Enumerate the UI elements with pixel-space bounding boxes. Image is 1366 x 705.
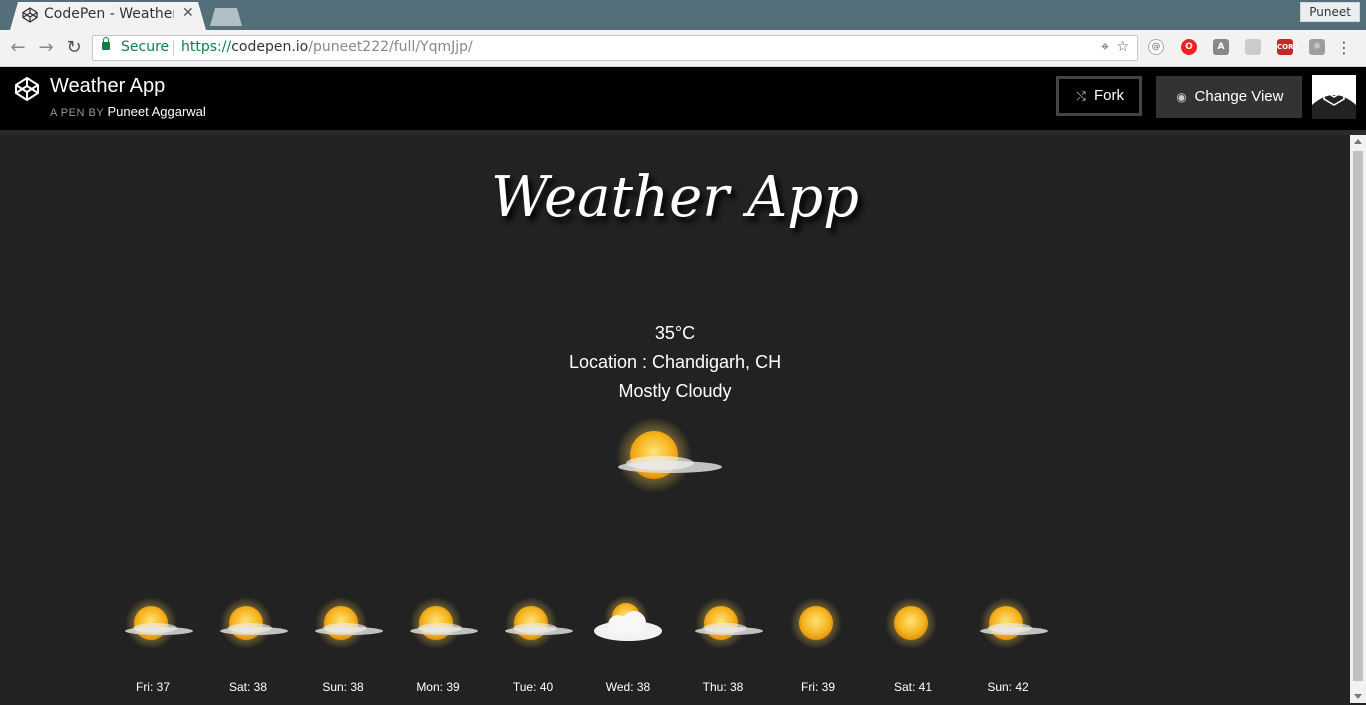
location-target-icon[interactable]: ⌖ [1101, 39, 1109, 55]
pen-title: Weather App [50, 75, 166, 97]
sun-cloud-icon [220, 597, 288, 649]
forecast-day-label: Tue: 40 [512, 680, 554, 694]
fork-icon: ⤭ [1076, 89, 1086, 103]
scroll-thumb[interactable] [1353, 151, 1363, 681]
lock-icon [102, 37, 110, 50]
forecast-day-label: Sun: 38 [322, 680, 364, 694]
opera-extension-icon[interactable]: O [1181, 39, 1197, 55]
sun-cloud-icon [980, 597, 1048, 649]
forward-arrow-icon[interactable]: → [36, 38, 56, 58]
forecast-day: Wed: 38 [583, 595, 673, 705]
extension-at-icon[interactable]: @ [1148, 39, 1164, 55]
current-temperature: 35°C [654, 323, 696, 343]
bookmark-star-icon[interactable]: ☆ [1116, 39, 1129, 55]
forecast-day: Sat: 41 [868, 595, 958, 705]
secure-label: Secure [121, 39, 170, 55]
react-extension-icon[interactable]: ⚛ [1309, 39, 1325, 55]
leaf-extension-icon[interactable] [1245, 39, 1261, 55]
url-scheme: https:// [181, 39, 232, 55]
angular-extension-icon[interactable]: A [1213, 39, 1229, 55]
forecast-day-label: Mon: 39 [416, 680, 460, 694]
forecast-day-label: Sun: 42 [987, 680, 1029, 694]
sun-cloud-icon [505, 597, 573, 649]
forecast-day: Sun: 38 [298, 595, 388, 705]
pen-byline: A PEN BY Puneet Aggarwal [50, 104, 206, 119]
forecast-day-label: Sat: 41 [893, 680, 933, 694]
app-title: Weather App [491, 165, 859, 230]
pen-author-link[interactable]: Puneet Aggarwal [108, 104, 206, 119]
browser-toolbar: ← → ↻ Secure https://codepen.io/puneet22… [0, 30, 1366, 67]
new-tab-button[interactable] [210, 8, 242, 26]
current-condition: Mostly Cloudy [618, 381, 732, 401]
forecast-day: Sun: 42 [963, 595, 1053, 705]
weather-app: Weather App 35°C Location : Chandigarh, … [0, 135, 1350, 703]
byline-prefix: A PEN BY [50, 107, 104, 119]
reload-icon[interactable]: ↻ [64, 38, 84, 58]
forecast-day-label: Fri: 39 [800, 680, 835, 694]
tab-strip: CodePen - Weather App ✕ Puneet [0, 0, 1366, 30]
forecast-day: Fri: 37 [108, 595, 198, 705]
user-avatar[interactable] [1312, 75, 1356, 119]
forecast-day-label: Sat: 38 [228, 680, 268, 694]
change-view-label: Change View [1194, 88, 1284, 105]
cors-extension-icon[interactable]: CORS [1277, 39, 1299, 55]
sun-cloud-icon [616, 417, 722, 493]
url-text: https://codepen.io/puneet222/full/YqmJjp… [181, 39, 473, 55]
forecast-day: Fri: 39 [773, 595, 863, 705]
sun-icon [790, 597, 842, 649]
sun-cloud-icon [695, 597, 763, 649]
forecast-day-label: Fri: 37 [135, 680, 170, 694]
eye-icon: ◉ [1176, 90, 1187, 104]
fork-button[interactable]: ⤭ Fork [1056, 76, 1142, 116]
change-view-button[interactable]: ◉ Change View [1156, 76, 1302, 118]
tab-title: CodePen - Weather App [44, 6, 174, 22]
tab-close-icon[interactable]: ✕ [182, 5, 194, 21]
sun-icon [885, 597, 937, 649]
sun-cloud-icon [315, 597, 383, 649]
fork-label: Fork [1094, 87, 1124, 104]
forecast-day: Thu: 38 [678, 595, 768, 705]
forecast-day-label: Wed: 38 [605, 680, 651, 694]
forecast-day-label: Thu: 38 [702, 680, 744, 694]
current-location: Location : Chandigarh, CH [568, 352, 782, 372]
cloud-sun-icon [594, 595, 662, 641]
codepen-logo-icon[interactable] [14, 76, 40, 102]
page-scrollbar[interactable] [1350, 135, 1366, 703]
address-bar[interactable]: Secure https://codepen.io/puneet222/full… [92, 35, 1138, 61]
sun-cloud-icon [410, 597, 478, 649]
sun-cloud-icon [125, 597, 193, 649]
codepen-header: Weather App A PEN BY Puneet Aggarwal ⤭ Fo… [0, 67, 1366, 135]
profile-button[interactable]: Puneet [1300, 2, 1360, 22]
forecast-day: Mon: 39 [393, 595, 483, 705]
codepen-favicon-icon [22, 7, 38, 23]
forecast-row: Fri: 37 Sat: 38 Sun: 38 Mon: 39 Tue: 40 Wed: … [0, 595, 1350, 705]
back-arrow-icon[interactable]: ← [8, 38, 28, 58]
url-path: /puneet222/full/YqmJjp/ [308, 39, 473, 55]
forecast-day: Sat: 38 [203, 595, 293, 705]
forecast-day: Tue: 40 [488, 595, 578, 705]
browser-menu-icon[interactable]: ⋮ [1336, 38, 1352, 57]
url-host: codepen.io [231, 39, 309, 55]
